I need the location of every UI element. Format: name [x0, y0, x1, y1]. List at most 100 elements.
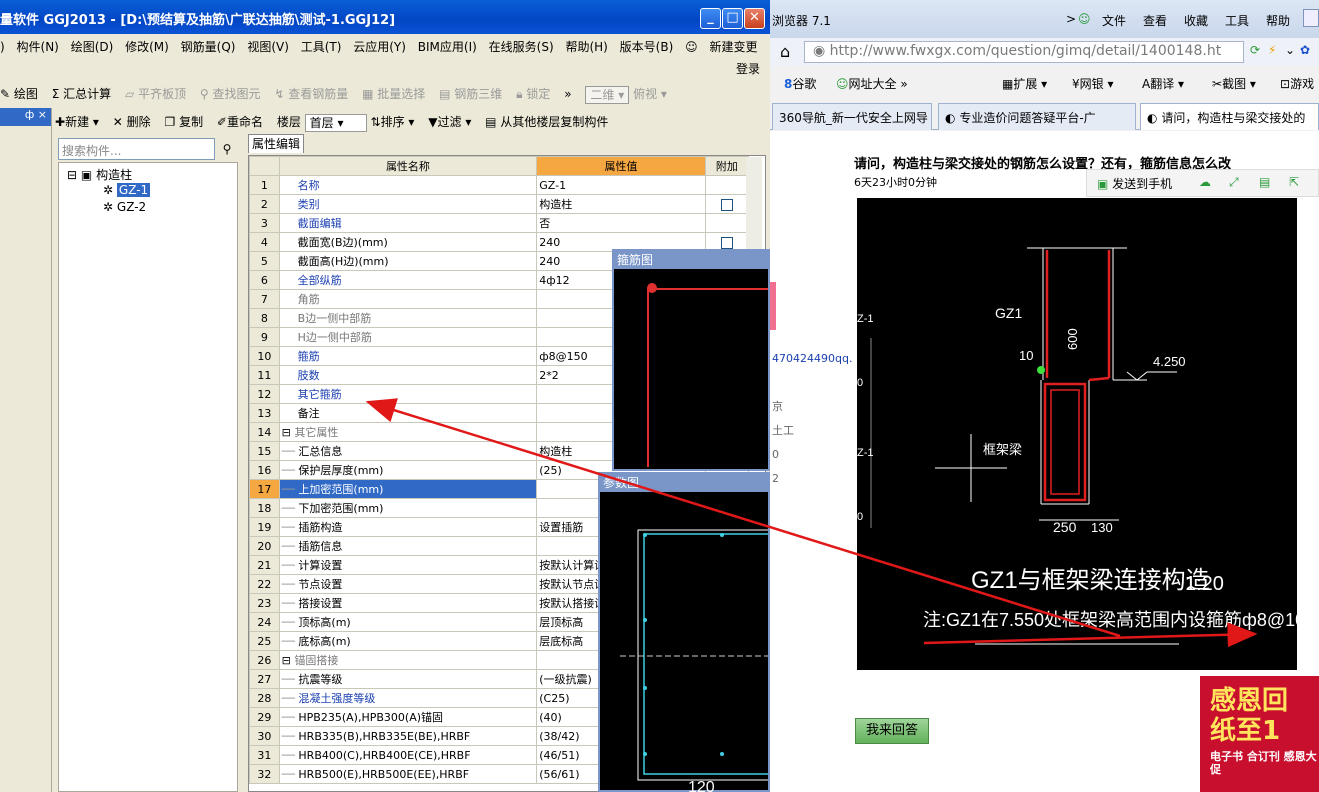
- property-name[interactable]: 截面编辑: [278, 213, 538, 233]
- sort-button[interactable]: ⇅排序 ▾: [371, 113, 415, 130]
- property-name[interactable]: 截面高(H边)(mm): [278, 251, 538, 271]
- collapse-icon[interactable]: ⊟: [67, 168, 77, 182]
- tab-property-edit[interactable]: 属性编辑: [248, 134, 304, 153]
- send-phone-button[interactable]: ▣ 发送到手机: [1097, 175, 1172, 192]
- property-name[interactable]: 类别: [278, 194, 538, 214]
- menu-online[interactable]: 在线服务(S): [489, 40, 554, 54]
- url-input[interactable]: ◉ http://www.fwxgx.com/question/gimq/det…: [804, 41, 1244, 63]
- menu-tools[interactable]: 工具(T): [301, 40, 342, 54]
- collapse-icon[interactable]: ⊟: [282, 654, 295, 667]
- batch-select-button[interactable]: ▦ 批量选择: [362, 85, 425, 102]
- property-name[interactable]: ⊟ 其它属性: [278, 422, 538, 442]
- face-icon[interactable]: ☺: [685, 40, 698, 54]
- fav-google[interactable]: 8谷歌: [784, 75, 816, 92]
- sum-calc-button[interactable]: Σ 汇总计算: [52, 85, 111, 102]
- menu-cloud[interactable]: 云应用(Y): [353, 40, 406, 54]
- property-name[interactable]: ── 插筋信息: [278, 536, 538, 556]
- view-rebar-button[interactable]: ↯ 查看钢筋量: [274, 85, 348, 102]
- property-row[interactable]: 1 名称 GZ-1: [249, 175, 750, 195]
- property-name[interactable]: ── HPB235(A),HPB300(A)锚固: [278, 707, 538, 727]
- property-row[interactable]: 3 截面编辑 否: [249, 213, 750, 233]
- property-name[interactable]: ── 混凝土强度等级: [278, 688, 538, 708]
- home-icon[interactable]: ⌂: [780, 42, 790, 61]
- fav-bank[interactable]: ¥网银 ▾: [1072, 75, 1114, 92]
- property-name[interactable]: ── HRB335(B),HRB335E(BE),HRBF: [278, 726, 538, 746]
- sidebar-email[interactable]: 470424490qq.: [772, 352, 852, 365]
- tree-root[interactable]: ⊟ ▣ 构造柱: [67, 166, 132, 183]
- dock-header[interactable]: ф ×: [0, 108, 51, 126]
- menu-help[interactable]: 帮助: [1266, 12, 1290, 29]
- property-name[interactable]: ── 保护层厚度(mm): [278, 460, 538, 480]
- fav-game[interactable]: ⊡游戏: [1280, 75, 1314, 92]
- user-icon[interactable]: ☺: [1078, 12, 1091, 26]
- chevron-down-icon[interactable]: ⌄: [1285, 43, 1295, 57]
- property-name[interactable]: 其它箍筋: [278, 384, 538, 404]
- rename-button[interactable]: ✐重命名: [217, 113, 263, 130]
- menu-bim[interactable]: BIM应用(I): [418, 40, 477, 54]
- property-name[interactable]: ── 下加密范围(mm): [278, 498, 538, 518]
- property-name[interactable]: 肢数: [278, 365, 538, 385]
- filter-button[interactable]: ▼过滤 ▾: [428, 113, 471, 130]
- mode-select[interactable]: 二维 ▾: [585, 85, 630, 104]
- property-name[interactable]: ── HRB500(E),HRB500E(EE),HRBF: [278, 764, 538, 784]
- property-name[interactable]: 角筋: [278, 289, 538, 309]
- menu-modify[interactable]: 修改(M): [125, 40, 169, 54]
- cloud-icon[interactable]: ☁: [1199, 175, 1211, 189]
- menu-rebar[interactable]: 钢筋量(Q): [181, 40, 236, 54]
- copy-from-floor-button[interactable]: ▤ 从其他楼层复制构件: [485, 113, 608, 130]
- expand-icon[interactable]: ⤢: [1229, 175, 1239, 190]
- property-name[interactable]: H边一侧中部筋: [278, 327, 538, 347]
- menu-component[interactable]: 构件(N): [17, 40, 59, 54]
- tab-360[interactable]: 360导航_新一代安全上网导: [772, 103, 932, 130]
- tab-platform[interactable]: ◐ 专业造价问题答疑平台-广: [938, 103, 1136, 130]
- property-name[interactable]: ── 插筋构造: [278, 517, 538, 537]
- rebar-3d-button[interactable]: ▤ 钢筋三维: [439, 85, 502, 102]
- property-name[interactable]: ── 顶标高(m): [278, 612, 538, 632]
- answer-button[interactable]: 我来回答: [855, 718, 929, 744]
- window-button[interactable]: [1303, 9, 1319, 27]
- collapse-icon[interactable]: ⊟: [282, 426, 295, 439]
- property-name[interactable]: ── HRB400(C),HRB400E(CE),HRBF: [278, 745, 538, 765]
- property-name[interactable]: ── 抗震等级: [278, 669, 538, 689]
- close-button[interactable]: ✕: [744, 8, 765, 29]
- property-name[interactable]: ── 计算设置: [278, 555, 538, 575]
- new-button[interactable]: ✚新建 ▾: [55, 113, 99, 130]
- lock-button[interactable]: 🔒︎ 锁定: [516, 85, 550, 102]
- property-name[interactable]: ── 上加密范围(mm): [278, 479, 538, 499]
- property-name[interactable]: ── 节点设置: [278, 574, 538, 594]
- property-name[interactable]: 名称: [278, 175, 538, 195]
- menu-new-change[interactable]: 新建变更: [709, 40, 757, 54]
- menu-help[interactable]: 帮助(H): [565, 40, 607, 54]
- property-name[interactable]: B边一侧中部筋: [278, 308, 538, 328]
- menu-version[interactable]: 版本号(B): [620, 40, 674, 54]
- search-icon[interactable]: ⚲: [216, 138, 238, 160]
- login-link[interactable]: 登录: [736, 60, 760, 77]
- fav-extension[interactable]: ▦扩展 ▾: [1002, 75, 1047, 92]
- menu-view[interactable]: 视图(V): [247, 40, 289, 54]
- fav-translate[interactable]: A翻译 ▾: [1142, 75, 1184, 92]
- paw-icon[interactable]: ✿: [1300, 43, 1310, 57]
- bolt-icon[interactable]: ⚡: [1268, 43, 1276, 57]
- floor-select[interactable]: 首层 ▾: [304, 113, 367, 132]
- extra-checkbox[interactable]: [720, 198, 733, 211]
- tree-item-gz1[interactable]: ✲ GZ-1: [103, 183, 151, 197]
- chevron-right-icon[interactable]: >: [1066, 12, 1076, 26]
- property-name[interactable]: ── 底标高(m): [278, 631, 538, 651]
- find-element-button[interactable]: ⚲ 查找图元: [200, 85, 261, 102]
- flat-slab-button[interactable]: ▱ 平齐板顶: [125, 85, 186, 102]
- property-name[interactable]: ⊟ 锚固搭接: [278, 650, 538, 670]
- extra-checkbox[interactable]: [720, 236, 733, 249]
- menu-tools[interactable]: 工具: [1225, 12, 1249, 29]
- share-icon[interactable]: ⇱: [1289, 175, 1299, 189]
- toolbar-overflow-icon[interactable]: »: [564, 87, 571, 101]
- draw-button[interactable]: ✎ 绘图: [0, 85, 38, 102]
- property-name[interactable]: ── 搭接设置: [278, 593, 538, 613]
- grid-scrollbar[interactable]: [746, 157, 762, 250]
- fav-sites[interactable]: ☺网址大全 »: [836, 75, 908, 92]
- property-value[interactable]: 构造柱: [536, 194, 706, 214]
- menu-file[interactable]: 文件: [1102, 12, 1126, 29]
- property-name[interactable]: 全部纵筋: [278, 270, 538, 290]
- tree-item-gz2[interactable]: ✲ GZ-2: [103, 200, 146, 214]
- minimize-button[interactable]: _: [700, 8, 721, 29]
- property-row[interactable]: 2 类别 构造柱: [249, 194, 750, 214]
